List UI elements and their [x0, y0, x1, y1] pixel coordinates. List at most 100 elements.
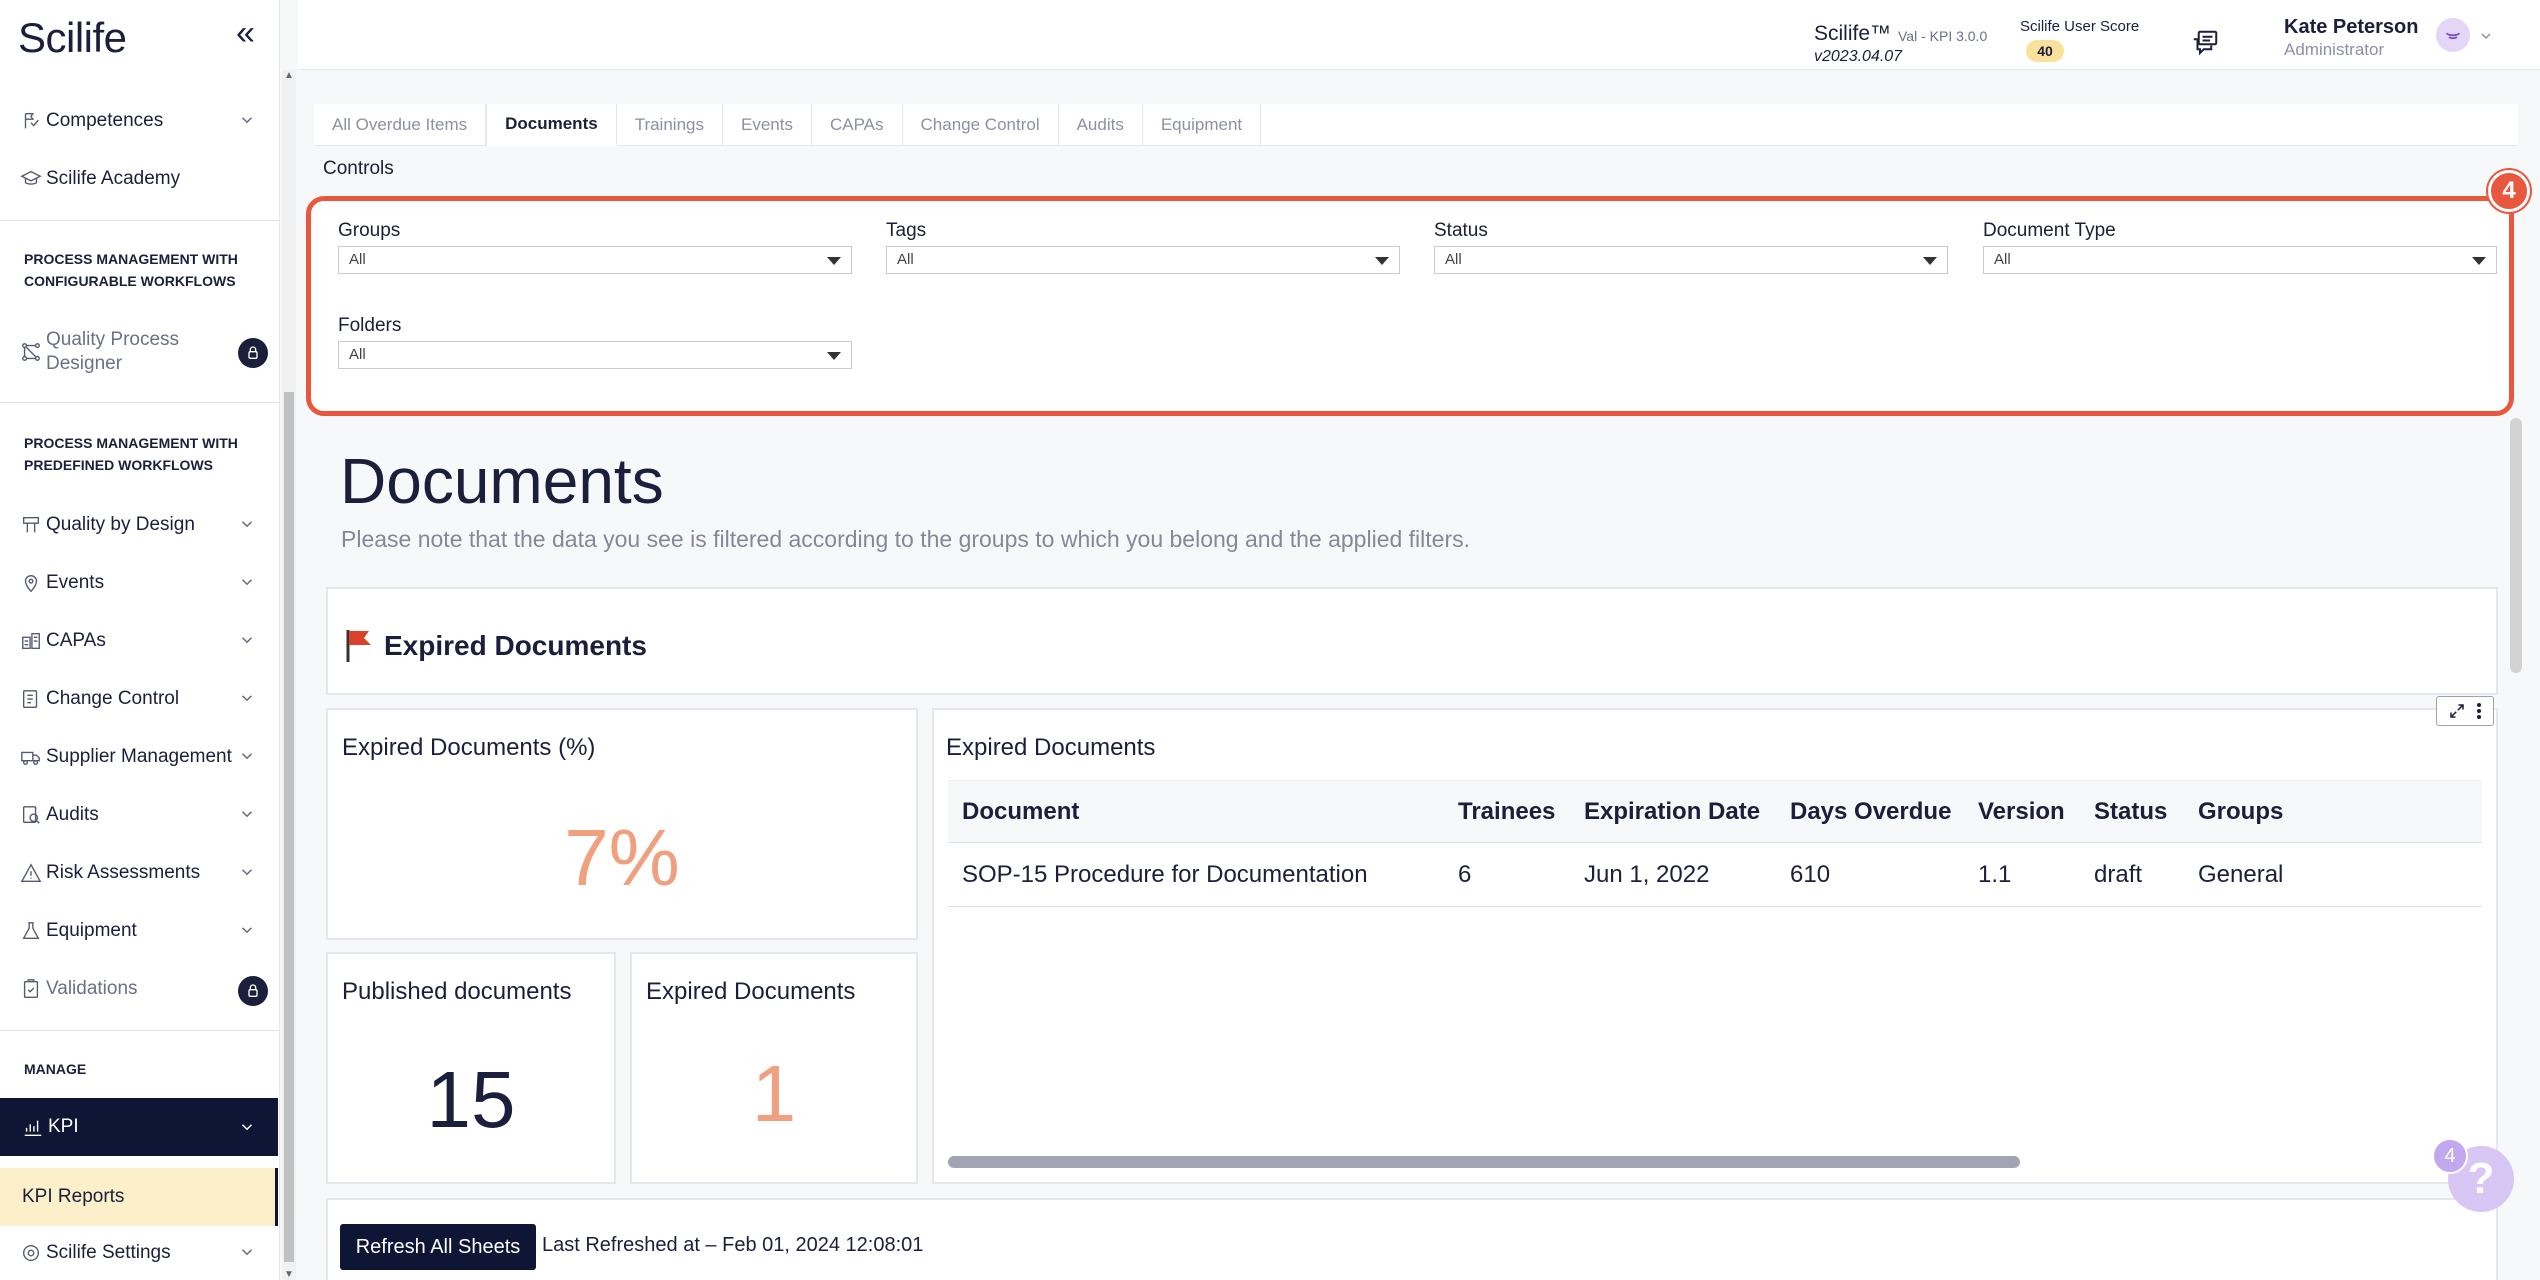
tab-events[interactable]: Events — [723, 104, 812, 146]
sidebar-item-validations[interactable]: Validations — [0, 962, 278, 1016]
groups-select[interactable]: All — [338, 246, 852, 274]
filter-label: Status — [1434, 220, 1488, 241]
caret-down-icon — [1375, 257, 1389, 265]
avatar[interactable] — [2436, 18, 2470, 52]
status-select[interactable]: All — [1434, 246, 1948, 274]
column-header[interactable]: Document — [948, 780, 1444, 843]
folders-select[interactable]: All — [338, 341, 852, 369]
caret-down-icon — [1923, 257, 1937, 265]
filter-label: Document Type — [1983, 220, 2116, 241]
chevron-down-icon — [241, 521, 253, 528]
sidebar-item-label: Quality by Design — [46, 514, 195, 535]
audits-icon — [22, 806, 40, 824]
chevron-down-icon — [241, 927, 253, 934]
sidebar-item-equipment[interactable]: Equipment — [0, 904, 278, 958]
controls-label[interactable]: Controls — [323, 158, 394, 180]
sidebar-item-label: CAPAs — [46, 630, 106, 651]
sidebar-scrollbar[interactable]: ▲ ▼ — [282, 70, 296, 1280]
chat-icon[interactable] — [2190, 28, 2220, 58]
kpi-label: Expired Documents — [646, 978, 856, 1005]
report-tabs: All Overdue Items Documents Trainings Ev… — [314, 104, 2518, 146]
sidebar-item-label: Audits — [46, 804, 99, 825]
filter-label: Folders — [338, 315, 402, 336]
chevron-down-icon[interactable] — [2478, 28, 2494, 44]
table-header-row: Document Trainees Expiration Date Days O… — [948, 780, 2482, 843]
sidebar-item-quality-process-designer[interactable]: Quality Process Designer — [0, 324, 278, 380]
expand-button[interactable] — [2436, 696, 2494, 726]
change-control-icon — [22, 690, 38, 708]
chevron-down-icon — [241, 695, 253, 702]
kpi-label: Published documents — [342, 978, 572, 1005]
page-title: Documents — [340, 445, 664, 517]
sidebar-item-kpi-reports[interactable]: KPI Reports — [0, 1168, 278, 1226]
chevron-down-icon — [241, 811, 253, 818]
table-cell: Jun 1, 2022 — [1570, 842, 1776, 907]
sidebar-item-supplier-management[interactable]: Supplier Management — [0, 730, 278, 784]
events-icon — [24, 575, 38, 593]
tab-all-overdue-items[interactable]: All Overdue Items — [314, 104, 487, 146]
tab-change-control[interactable]: Change Control — [903, 104, 1059, 146]
sidebar-item-events[interactable]: Events — [0, 556, 278, 610]
sidebar: Scilife « Competences Scilife Academy PR… — [0, 0, 280, 1280]
chevron-down-icon — [241, 579, 253, 586]
scilife-logo[interactable]: Scilife — [18, 14, 127, 62]
kpi-expired-percent-card: Expired Documents (%) 7% — [326, 708, 918, 940]
sidebar-item-change-control[interactable]: Change Control — [0, 672, 278, 726]
tab-equipment[interactable]: Equipment — [1143, 104, 1262, 146]
step-number-badge: 4 — [2488, 170, 2530, 212]
sidebar-item-scilife-settings[interactable]: Scilife Settings — [0, 1226, 278, 1280]
competences-icon — [24, 112, 39, 129]
kpi-expired-card: Expired Documents 1 — [630, 952, 918, 1184]
kpi-label: Expired Documents (%) — [342, 734, 596, 761]
more-vertical-icon — [2477, 703, 2481, 719]
table-horizontal-scrollbar[interactable] — [948, 1156, 2020, 1168]
tab-capas[interactable]: CAPAs — [812, 104, 903, 146]
sidebar-item-kpi[interactable]: KPI — [0, 1098, 278, 1156]
sidebar-item-competences[interactable]: Competences — [0, 94, 278, 148]
tab-documents[interactable]: Documents — [486, 104, 617, 146]
tab-audits[interactable]: Audits — [1059, 104, 1143, 146]
tab-trainings[interactable]: Trainings — [617, 104, 723, 146]
sidebar-item-audits[interactable]: Audits — [0, 788, 278, 842]
document-type-select[interactable]: All — [1983, 246, 2497, 274]
workflow-icon — [22, 343, 40, 361]
scroll-down-arrow-icon[interactable]: ▼ — [284, 1269, 294, 1280]
filter-groups: Groups All — [338, 220, 852, 274]
user-name[interactable]: Kate Peterson — [2284, 16, 2419, 39]
sidebar-item-label: Scilife Settings — [46, 1242, 171, 1263]
table-cell: draft — [2080, 842, 2184, 907]
collapse-sidebar-icon[interactable]: « — [236, 16, 255, 50]
table-row[interactable]: SOP-15 Procedure for Documentation 6 Jun… — [948, 842, 2482, 907]
tags-select[interactable]: All — [886, 246, 1400, 274]
column-header[interactable]: Expiration Date — [1570, 780, 1776, 843]
main-scrollbar-thumb[interactable] — [2510, 418, 2522, 673]
sidebar-item-scilife-academy[interactable]: Scilife Academy — [0, 152, 278, 206]
filter-label: Groups — [338, 220, 401, 241]
expired-documents-table: Document Trainees Expiration Date Days O… — [948, 780, 2482, 907]
kpi-value: 15 — [426, 1055, 516, 1144]
column-header[interactable]: Trainees — [1444, 780, 1570, 843]
sidebar-item-label: Supplier Management — [46, 746, 232, 767]
column-header[interactable]: Version — [1964, 780, 2080, 843]
sidebar-item-quality-by-design[interactable]: Quality by Design — [0, 498, 278, 552]
select-value: All — [349, 346, 366, 363]
validations-icon — [23, 979, 39, 998]
refresh-all-sheets-button[interactable]: Refresh All Sheets — [340, 1224, 536, 1270]
equipment-icon — [22, 922, 40, 940]
scroll-up-arrow-icon[interactable]: ▲ — [284, 70, 294, 81]
sidebar-scrollbar-thumb[interactable] — [284, 392, 294, 1262]
flag-icon — [346, 630, 371, 662]
column-header[interactable]: Groups — [2184, 780, 2482, 843]
section-title-manage: MANAGE — [24, 1061, 87, 1077]
chevron-down-icon — [241, 753, 253, 760]
page-note: Please note that the data you see is fil… — [341, 526, 1471, 552]
column-header[interactable]: Status — [2080, 780, 2184, 843]
last-refreshed-text: Last Refreshed at – Feb 01, 2024 12:08:0… — [542, 1234, 924, 1256]
version-number: v2023.04.07 — [1814, 48, 1903, 65]
sidebar-item-risk-assessments[interactable]: Risk Assessments — [0, 846, 278, 900]
sidebar-item-capas[interactable]: CAPAs — [0, 614, 278, 668]
column-header[interactable]: Days Overdue — [1776, 780, 1964, 843]
table-cell: General — [2184, 842, 2482, 907]
divider — [0, 402, 279, 403]
supplier-icon — [21, 751, 40, 766]
